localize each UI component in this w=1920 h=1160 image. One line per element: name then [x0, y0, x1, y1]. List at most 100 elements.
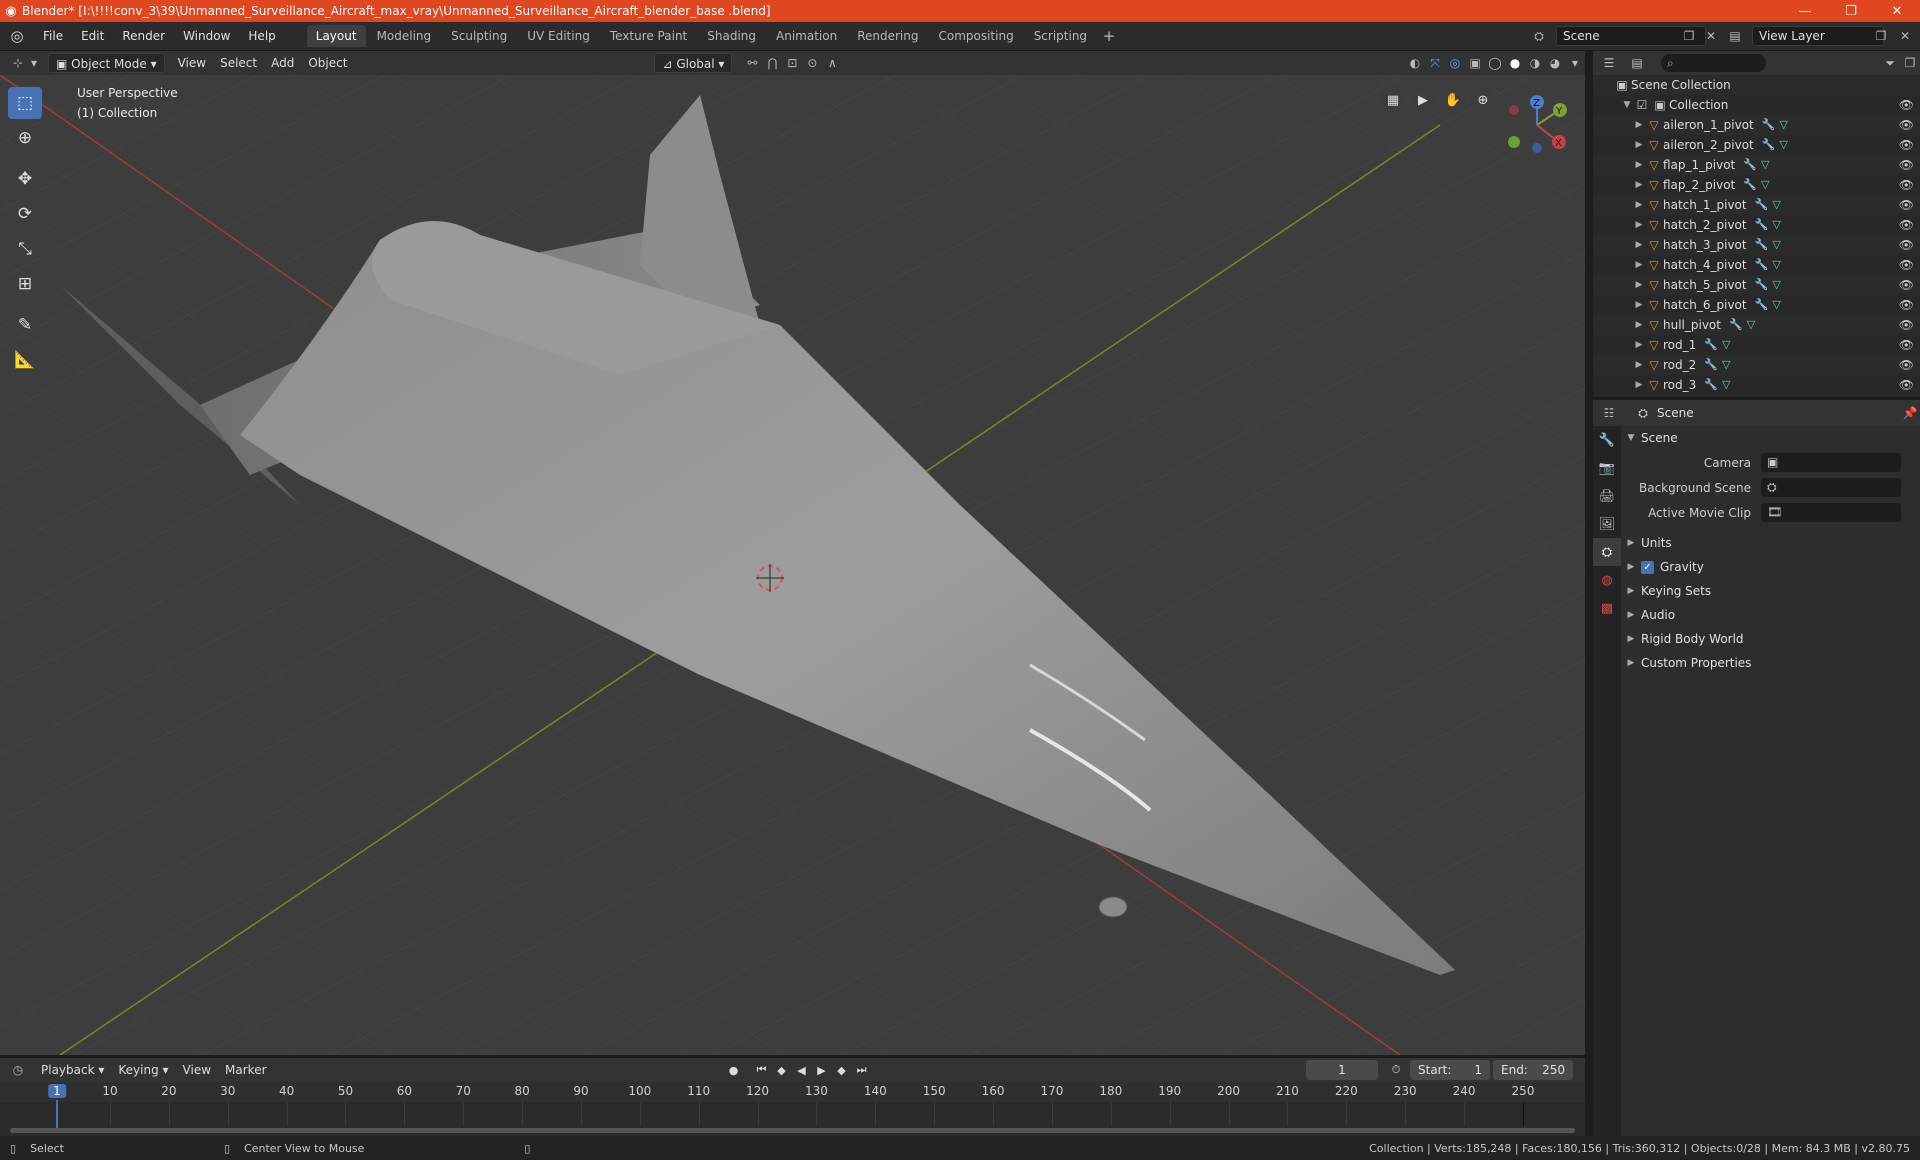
tab-sculpting[interactable]: Sculpting	[442, 25, 516, 47]
tab-scripting[interactable]: Scripting	[1025, 25, 1096, 47]
mesh-data-icon[interactable]: ▽	[1772, 275, 1780, 295]
new-scene-icon[interactable]: ❐	[1678, 26, 1700, 46]
select-box-tool[interactable]: ⬚	[8, 87, 42, 119]
modifier-icon[interactable]: 🔧	[1743, 155, 1757, 175]
modifier-icon[interactable]: 🔧	[1704, 375, 1718, 395]
outliner-item[interactable]: ▶ ▽ rod_1 🔧 ▽ 👁	[1593, 335, 1920, 355]
eye-icon[interactable]: 👁	[1899, 135, 1914, 155]
pin-icon[interactable]: 📌	[1900, 403, 1920, 423]
menu-view[interactable]: View	[171, 53, 213, 73]
expand-arrow-icon[interactable]: ▶	[1633, 235, 1645, 255]
outliner-search-input[interactable]: ⌕	[1661, 54, 1766, 72]
expand-arrow-icon[interactable]: ▶	[1633, 335, 1645, 355]
outliner-item[interactable]: ▶ ▽ hatch_4_pivot 🔧 ▽ 👁	[1593, 255, 1920, 275]
snap-target-icon[interactable]: ⊡	[782, 53, 802, 73]
timeline-scrollbar[interactable]	[10, 1128, 1575, 1133]
rigid-body-panel-header[interactable]: ▶ Rigid Body World	[1621, 627, 1920, 651]
eye-icon[interactable]: 👁	[1899, 115, 1914, 135]
start-frame-field[interactable]: Start: 1	[1410, 1060, 1490, 1080]
pan-hand-icon[interactable]: ✋	[1440, 87, 1466, 113]
outliner-item[interactable]: ▶ ▽ rod_3 🔧 ▽ 👁	[1593, 375, 1920, 395]
eye-icon[interactable]: 👁	[1899, 195, 1914, 215]
eye-icon[interactable]: 👁	[1899, 235, 1914, 255]
outliner-collection[interactable]: ▼ ☑ ▣ Collection 👁	[1593, 95, 1920, 115]
solid-shading-icon[interactable]: ●	[1505, 53, 1525, 73]
tab-texture-paint[interactable]: Texture Paint	[601, 25, 696, 47]
outliner-item[interactable]: ▶ ▽ aileron_1_pivot 🔧 ▽ 👁	[1593, 115, 1920, 135]
tab-layout[interactable]: Layout	[306, 25, 366, 47]
menu-edit[interactable]: Edit	[72, 25, 113, 47]
modifier-icon[interactable]: 🔧	[1743, 175, 1757, 195]
collapse-arrow-icon[interactable]: ▼	[1621, 95, 1633, 115]
menu-file[interactable]: File	[34, 25, 72, 47]
annotate-tool[interactable]: ✎	[8, 309, 42, 341]
gravity-checkbox[interactable]: ✓	[1641, 560, 1654, 574]
checkbox-icon[interactable]: ☑	[1633, 95, 1651, 115]
keying-sets-panel-header[interactable]: ▶ Keying Sets	[1621, 579, 1920, 603]
custom-properties-panel-header[interactable]: ▶ Custom Properties	[1621, 651, 1920, 675]
properties-editor-icon[interactable]: ☷	[1599, 403, 1619, 423]
snap-icon[interactable]: ⋂	[762, 53, 782, 73]
close-button[interactable]: ✕	[1874, 0, 1920, 22]
eye-icon[interactable]: 👁	[1899, 355, 1914, 375]
3d-viewport[interactable]: Z Y X ⬚ ⊕ ✥ ⟳ ⤡ ⊞ ✎ 📐 User Perspective (…	[0, 75, 1585, 1055]
new-collection-icon[interactable]: ❐	[1900, 53, 1920, 73]
expand-arrow-icon[interactable]: ▶	[1633, 275, 1645, 295]
outliner-item[interactable]: ▶ ▽ flap_2_pivot 🔧 ▽ 👁	[1593, 175, 1920, 195]
menu-help[interactable]: Help	[239, 25, 284, 47]
playhead[interactable]	[56, 1100, 58, 1128]
outliner-item[interactable]: ▶ ▽ hull_pivot 🔧 ▽ 👁	[1593, 315, 1920, 335]
scene-panel-header[interactable]: ▼ Scene	[1621, 426, 1920, 450]
menu-render[interactable]: Render	[113, 25, 174, 47]
material-shading-icon[interactable]: ◑	[1525, 53, 1545, 73]
pivot-point-icon[interactable]: ⚯	[742, 53, 762, 73]
gizmo-toggle-icon[interactable]: ⤧	[1425, 53, 1445, 73]
modifier-icon[interactable]: 🔧	[1755, 295, 1769, 315]
minimize-button[interactable]: —	[1782, 0, 1828, 22]
tab-uv-editing[interactable]: UV Editing	[518, 25, 599, 47]
rotate-tool[interactable]: ⟳	[8, 198, 42, 230]
outliner-item[interactable]: ▶ ▽ aileron_2_pivot 🔧 ▽ 👁	[1593, 135, 1920, 155]
expand-arrow-icon[interactable]: ▶	[1633, 195, 1645, 215]
mesh-data-icon[interactable]: ▽	[1772, 235, 1780, 255]
mesh-data-icon[interactable]: ▽	[1722, 375, 1730, 395]
expand-arrow-icon[interactable]: ▶	[1633, 175, 1645, 195]
modifier-icon[interactable]: 🔧	[1755, 235, 1769, 255]
mesh-data-icon[interactable]: ▽	[1772, 195, 1780, 215]
grid-view-icon[interactable]: ▦	[1380, 87, 1406, 113]
tab-rendering[interactable]: Rendering	[848, 25, 927, 47]
modifier-icon[interactable]: 🔧	[1755, 215, 1769, 235]
play-button[interactable]: ▶	[812, 1060, 832, 1080]
scene-tab-icon[interactable]: ⛭	[1593, 538, 1621, 566]
modifier-icon[interactable]: 🔧	[1704, 335, 1718, 355]
timeline-area[interactable]: 1 10 20 30 40 50 60 70 80 90 100 110 120 130 140 150 160…	[0, 1082, 1585, 1136]
view-layer-field[interactable]: View Layer	[1752, 26, 1884, 46]
expand-arrow-icon[interactable]: ▶	[1633, 355, 1645, 375]
output-tab-icon[interactable]: 🖨	[1593, 482, 1621, 510]
falloff-icon[interactable]: ∧	[822, 53, 842, 73]
background-scene-field[interactable]: ⛭	[1761, 478, 1901, 497]
modifier-icon[interactable]: 🔧	[1755, 275, 1769, 295]
outliner-item[interactable]: ▶ ▽ rod_2 🔧 ▽ 👁	[1593, 355, 1920, 375]
menu-select[interactable]: Select	[213, 53, 264, 73]
jump-start-button[interactable]: ⏮	[752, 1060, 772, 1080]
eye-icon[interactable]: 👁	[1899, 155, 1914, 175]
units-panel-header[interactable]: ▶ Units	[1621, 531, 1920, 555]
movie-clip-field[interactable]: 🎞	[1761, 503, 1901, 522]
world-tab-icon[interactable]: ◍	[1593, 566, 1621, 594]
modifier-icon[interactable]: 🔧	[1762, 115, 1776, 135]
display-mode-icon[interactable]: ▤	[1627, 53, 1647, 73]
tab-compositing[interactable]: Compositing	[929, 25, 1022, 47]
blender-menu-icon[interactable]: ◎	[0, 27, 34, 45]
tab-modeling[interactable]: Modeling	[368, 25, 441, 47]
record-button[interactable]: ●	[724, 1060, 744, 1080]
mesh-data-icon[interactable]: ▽	[1747, 315, 1755, 335]
mesh-data-icon[interactable]: ▽	[1772, 255, 1780, 275]
zoom-icon[interactable]: ⊕	[1470, 87, 1496, 113]
outliner-item[interactable]: ▶ ▽ hatch_2_pivot 🔧 ▽ 👁	[1593, 215, 1920, 235]
mesh-data-icon[interactable]: ▽	[1779, 135, 1787, 155]
menu-window[interactable]: Window	[174, 25, 239, 47]
mesh-data-icon[interactable]: ▽	[1761, 175, 1769, 195]
editor-type-icon[interactable]: ⊹	[8, 53, 28, 73]
outliner-scene-collection[interactable]: ▣ Scene Collection	[1593, 75, 1920, 95]
